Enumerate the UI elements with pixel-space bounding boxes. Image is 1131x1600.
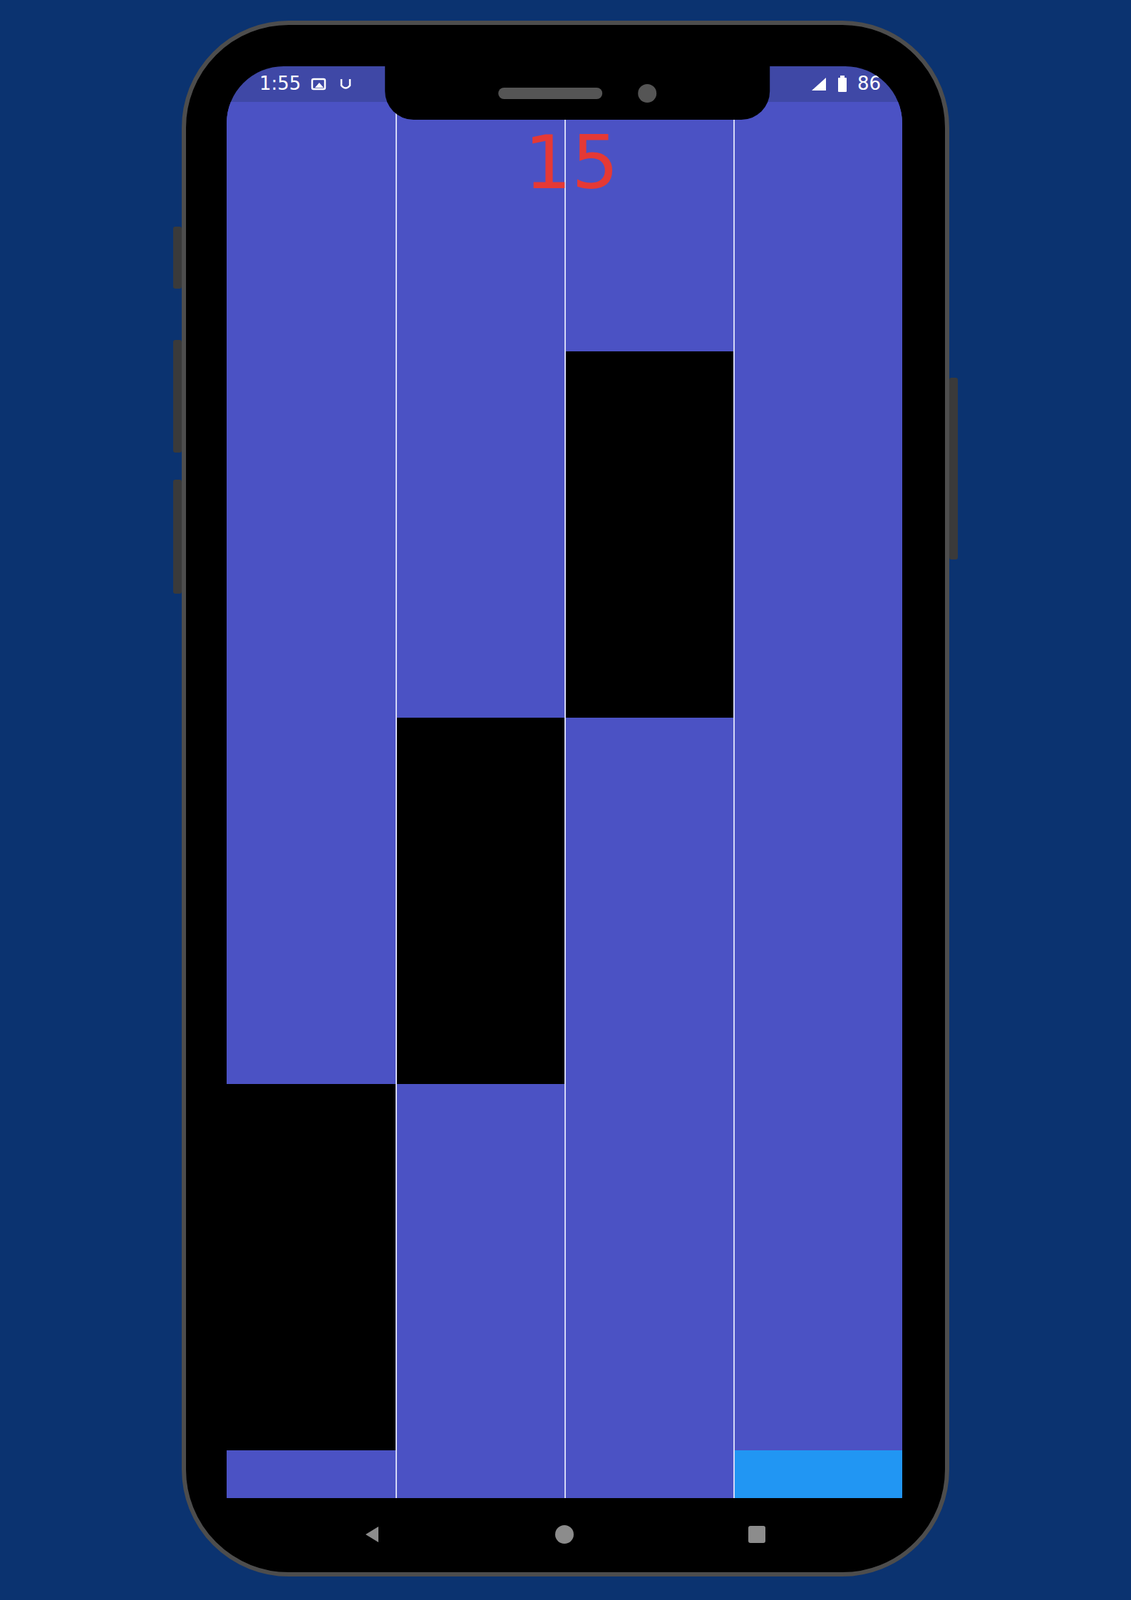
battery-level: 86	[857, 72, 881, 95]
status-time: 1:55	[259, 72, 301, 95]
side-button	[173, 479, 182, 594]
phone-frame: 1:55 86 15	[181, 20, 950, 1577]
black-tile[interactable]	[564, 351, 734, 718]
notch	[384, 66, 770, 120]
game-board: 15	[226, 101, 903, 1499]
camera-icon	[637, 84, 657, 103]
empty-cell[interactable]	[395, 1450, 565, 1499]
home-icon[interactable]	[553, 1523, 576, 1546]
signal-icon	[810, 76, 828, 92]
side-button	[173, 339, 182, 453]
tile-row	[226, 717, 903, 1084]
empty-cell[interactable]	[564, 1450, 734, 1499]
navigation-bar	[226, 1498, 903, 1552]
power-button	[949, 377, 958, 560]
empty-cell[interactable]	[564, 1083, 734, 1451]
tapped-tile[interactable]	[733, 1450, 903, 1499]
empty-cell[interactable]	[733, 101, 903, 352]
page: 1:55 86 15	[0, 0, 1131, 1600]
empty-cell[interactable]	[226, 351, 396, 718]
empty-cell[interactable]	[733, 717, 903, 1084]
tile-track	[226, 101, 903, 1499]
empty-cell[interactable]	[733, 351, 903, 718]
empty-cell[interactable]	[226, 717, 396, 1084]
recents-icon[interactable]	[746, 1523, 768, 1546]
empty-cell[interactable]	[564, 717, 734, 1084]
battery-icon	[837, 75, 848, 93]
empty-cell[interactable]	[733, 1083, 903, 1451]
empty-cell[interactable]	[395, 351, 565, 718]
score: 15	[226, 121, 903, 204]
empty-cell[interactable]	[226, 101, 396, 352]
screen: 1:55 86 15	[226, 66, 903, 1552]
tile-row	[226, 1450, 903, 1499]
black-tile[interactable]	[226, 1083, 396, 1451]
speaker-icon	[498, 87, 603, 100]
side-button	[173, 226, 182, 289]
back-icon[interactable]	[361, 1523, 383, 1546]
tile-row	[226, 351, 903, 718]
black-tile[interactable]	[395, 717, 565, 1084]
empty-cell[interactable]	[226, 1450, 396, 1499]
shield-icon	[339, 76, 353, 92]
notification-icon	[310, 76, 330, 92]
tile-row	[226, 1083, 903, 1451]
empty-cell[interactable]	[395, 1083, 565, 1451]
